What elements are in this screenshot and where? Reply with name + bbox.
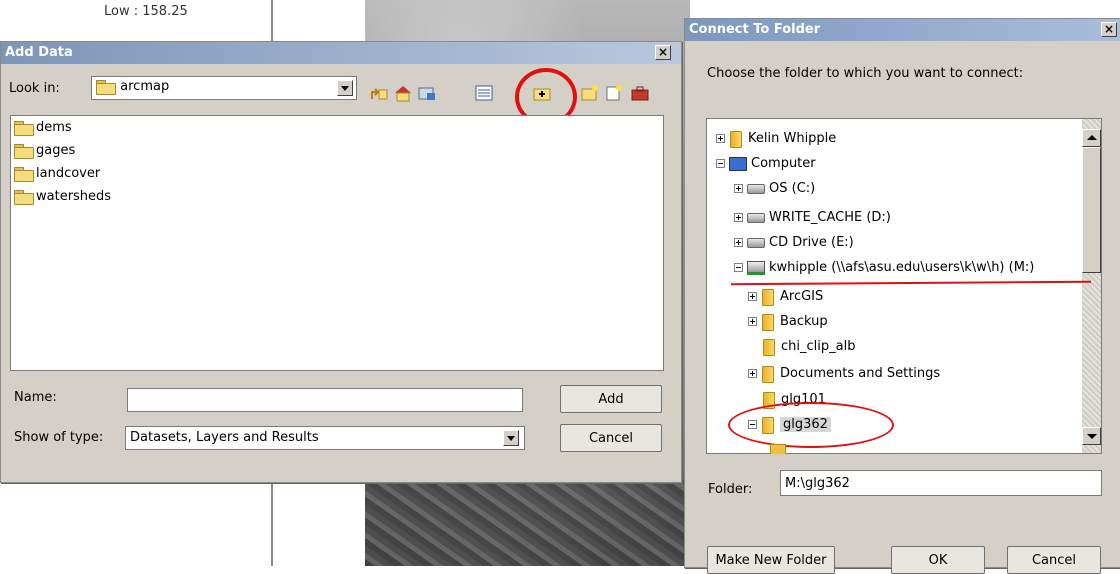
catalog-icon[interactable] [417,84,437,102]
collapse-icon[interactable] [734,263,743,272]
cancel-button[interactable]: Cancel [1007,546,1101,574]
tree-item-write-cache[interactable]: WRITE_CACHE (D:) [734,207,891,229]
folder-icon [761,365,775,383]
expand-icon[interactable] [734,238,743,247]
look-in-value: arcmap [120,79,170,94]
network-drive-icon [747,260,765,275]
tree-item-arcgis[interactable]: ArcGIS [748,286,823,308]
expand-icon[interactable] [734,213,743,222]
name-label: Name: [14,390,57,405]
tree-item-partial [770,444,786,454]
close-button[interactable]: × [1101,22,1117,37]
tree-item-documents-and-settings[interactable]: Documents and Settings [748,363,940,385]
expand-icon[interactable] [748,317,757,326]
tree-item-chi-clip-alb[interactable]: chi_clip_alb [762,336,855,358]
up-one-level-icon[interactable] [369,84,389,102]
folder-icon [14,189,34,205]
add-button[interactable]: Add [560,385,662,413]
dem-raster-dark [365,480,690,566]
folder-icon [14,143,34,159]
make-new-folder-button[interactable]: Make New Folder [707,546,835,574]
name-input[interactable] [127,388,523,412]
list-item[interactable]: watersheds [14,186,111,208]
folder-icon [96,79,116,95]
cd-drive-icon [747,237,765,248]
folder-input[interactable] [780,470,1102,496]
expand-icon[interactable] [748,369,757,378]
tree-item-cd-drive[interactable]: CD Drive (E:) [734,232,854,254]
computer-icon [729,156,747,171]
new-folder-icon[interactable] [580,84,600,102]
collapse-icon[interactable] [716,159,725,168]
scroll-down-button[interactable] [1082,427,1101,445]
add-data-titlebar[interactable]: Add Data [1,42,681,64]
close-button[interactable]: × [655,45,671,60]
tree-item-kwhipple-m[interactable]: kwhipple (\\afs\asu.edu\users\k\w\h) (M:… [734,257,1034,279]
tree-item-backup[interactable]: Backup [748,311,828,333]
expand-icon[interactable] [734,184,743,193]
drive-icon [747,183,765,194]
folder-label: Folder: [708,482,753,497]
look-in-label: Look in: [9,81,60,96]
show-of-type-value: Datasets, Layers and Results [130,430,319,445]
toolbox-icon[interactable] [630,84,650,102]
legend-low-label: Low : 158.25 [104,4,188,19]
folder-icon [762,338,776,356]
list-item[interactable]: gages [14,140,75,162]
list-view-icon[interactable] [474,84,494,102]
look-in-dropdown-arrow[interactable] [337,80,353,96]
show-of-type-label: Show of type: [14,430,104,445]
expand-icon[interactable] [716,134,725,143]
annotation-ellipse [728,402,894,448]
folder-icon [14,120,34,136]
scroll-thumb[interactable] [1082,147,1101,273]
connect-title: Connect To Folder [689,22,821,37]
tree-item-computer[interactable]: Computer [716,153,816,175]
scroll-up-button[interactable] [1082,129,1101,147]
user-folder-icon [729,130,743,148]
show-of-type-select[interactable]: Datasets, Layers and Results [125,426,525,450]
ok-button[interactable]: OK [891,546,985,574]
list-item[interactable]: dems [14,117,72,139]
new-shapefile-icon[interactable] [604,84,624,102]
file-list[interactable] [10,115,664,371]
folder-icon [761,288,775,306]
add-data-title: Add Data [5,45,73,60]
tree-item-os-c[interactable]: OS (C:) [734,178,815,200]
look-in-select[interactable]: arcmap [91,76,357,100]
expand-icon[interactable] [748,292,757,301]
list-item[interactable]: landcover [14,163,100,185]
show-of-type-dropdown-arrow[interactable] [503,430,519,446]
home-icon[interactable] [393,84,413,102]
backup-folder-icon [761,313,775,331]
folder-icon [14,166,34,182]
drive-icon [747,212,765,223]
connect-titlebar[interactable]: Connect To Folder [685,19,1120,41]
connect-prompt: Choose the folder to which you want to c… [707,66,1024,81]
cancel-button[interactable]: Cancel [560,424,662,452]
tree-item-kelin-whipple[interactable]: Kelin Whipple [716,128,836,150]
